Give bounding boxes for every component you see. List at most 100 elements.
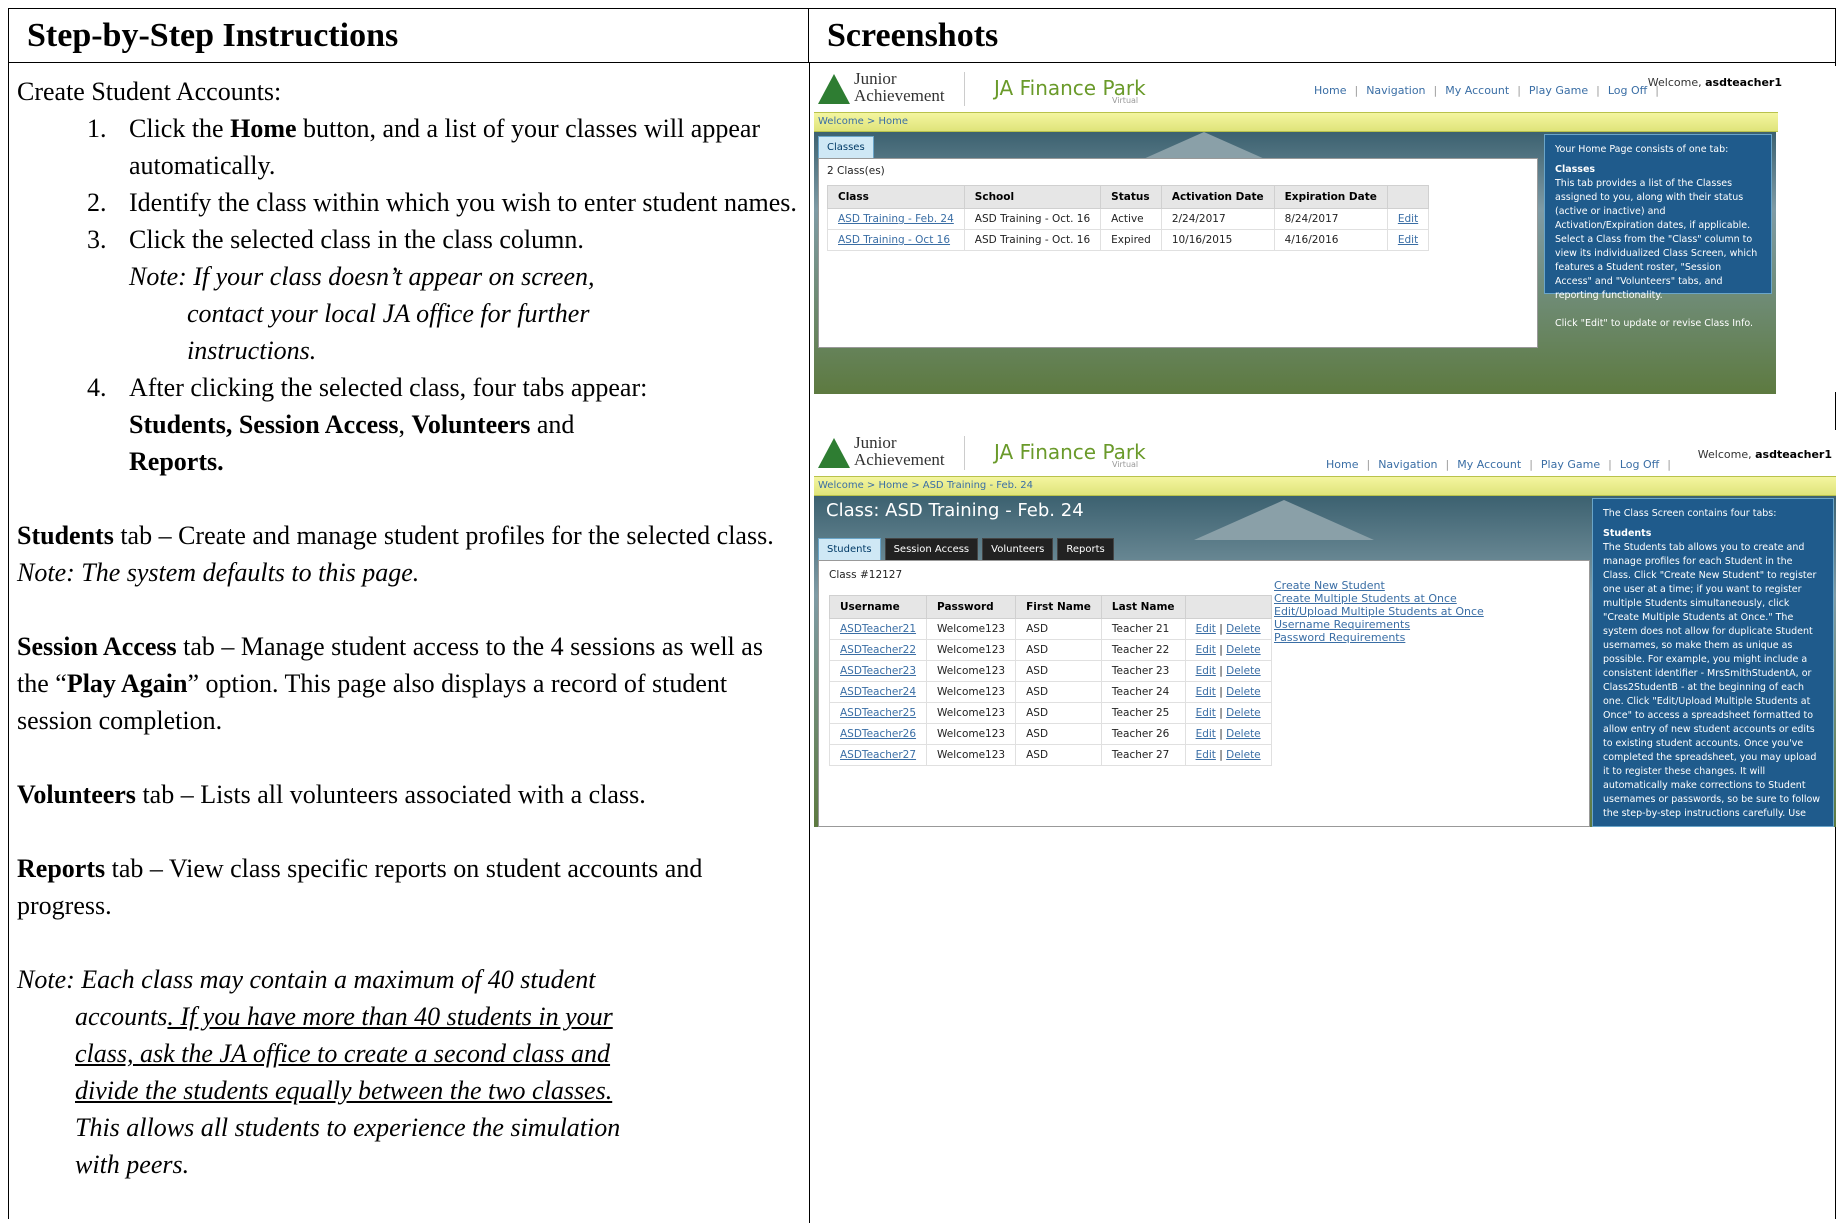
password-cell: Welcome123 [926,723,1017,745]
nav-play-game[interactable]: Play Game [1529,84,1588,97]
edit-link[interactable]: Edit [1196,644,1216,656]
last-name-cell: Teacher 25 [1100,702,1186,724]
nav-play-game[interactable]: Play Game [1541,458,1600,471]
last-name-cell: Teacher 22 [1100,639,1186,661]
first-name-cell: ASD [1015,639,1102,661]
username-link[interactable]: ASDTeacher24 [828,681,928,703]
username-link[interactable]: ASDTeacher22 [828,639,928,661]
screenshot-class: Junior Achievement JA Finance Park Virtual… [814,430,1838,827]
row-actions: Edit | Delete [1184,660,1272,682]
table-row: ASDTeacher27 Welcome123 ASD Teacher 27 Edit … [828,744,1272,766]
students-desc: Students tab – Create and manage student… [17,521,774,587]
create-multiple-students-link[interactable]: Create Multiple Students at Once [1274,592,1484,605]
app-header: Junior Achievement JA Finance Park Virtual… [814,430,1838,476]
tab-reports[interactable]: Reports [1057,538,1114,560]
edit-link[interactable]: Edit [1196,749,1216,761]
delete-link[interactable]: Delete [1226,686,1261,698]
first-name-cell: ASD [1015,702,1102,724]
edit-link[interactable]: Edit [1386,208,1430,230]
student-actions: Create New Student Create Multiple Stude… [1274,579,1484,644]
app-main: Class: ASD Training - Feb. 24 Students S… [814,496,1836,827]
username-requirements-link[interactable]: Username Requirements [1274,618,1484,631]
step-3-note: Note: If your class doesn’t appear on sc… [129,262,595,365]
first-name-cell: ASD [1015,681,1102,703]
username-link[interactable]: ASDTeacher27 [828,744,928,766]
delete-link[interactable]: Delete [1226,707,1261,719]
ja-logo-icon [818,74,850,104]
volunteers-desc: Volunteers tab – Lists all volunteers as… [17,780,646,809]
username-link[interactable]: ASDTeacher21 [828,618,928,640]
app-main: Classes 2 Class(es) Class School Status Act… [814,132,1776,394]
nav-navigation[interactable]: Navigation [1366,84,1425,97]
edit-link[interactable]: Edit [1196,707,1216,719]
edit-link[interactable]: Edit [1196,728,1216,740]
tab-students[interactable]: Students [818,538,881,560]
class-link[interactable]: ASD Training - Feb. 24 [827,208,965,230]
tab-volunteers[interactable]: Volunteers [982,538,1054,560]
row-actions: Edit | Delete [1184,744,1272,766]
ja-logo-text: Junior Achievement [854,69,945,105]
password-cell: Welcome123 [926,744,1017,766]
edit-link[interactable]: Edit [1386,229,1430,251]
intro: Create Student Accounts: [17,77,282,106]
password-cell: Welcome123 [926,681,1017,703]
edit-upload-students-link[interactable]: Edit/Upload Multiple Students at Once [1274,605,1484,618]
create-new-student-link[interactable]: Create New Student [1274,579,1484,592]
help-panel: Your Home Page consists of one tab: Clas… [1544,134,1772,329]
last-name-cell: Teacher 26 [1100,723,1186,745]
table-row: ASD Training - Oct 16 ASD Training - Oct.… [827,229,1430,251]
tab-classes[interactable]: Classes [818,136,874,158]
first-name-cell: ASD [1015,660,1102,682]
nav-home[interactable]: Home [1314,84,1346,97]
step-3: 3. Click the selected class in the class … [87,225,595,365]
delete-link[interactable]: Delete [1226,644,1261,656]
nav-my-account[interactable]: My Account [1457,458,1521,471]
class-title: Class: ASD Training - Feb. 24 [826,500,1084,521]
nav-log-off[interactable]: Log Off [1608,84,1647,97]
password-cell: Welcome123 [926,660,1017,682]
row-actions: Edit | Delete [1184,723,1272,745]
password-cell: Welcome123 [926,618,1017,640]
edit-link[interactable]: Edit [1196,665,1216,677]
nav-log-off[interactable]: Log Off [1620,458,1659,471]
delete-link[interactable]: Delete [1226,623,1261,635]
row-actions: Edit | Delete [1184,702,1272,724]
delete-link[interactable]: Delete [1226,749,1261,761]
session-desc: Session Access tab – Manage student acce… [17,632,763,735]
nav-my-account[interactable]: My Account [1445,84,1509,97]
class-link[interactable]: ASD Training - Oct 16 [827,229,965,251]
class-count: 2 Class(es) [827,165,885,177]
row-actions: Edit | Delete [1184,639,1272,661]
password-cell: Welcome123 [926,639,1017,661]
final-note: Note: Each class may contain a maximum o… [17,965,621,1179]
first-name-cell: ASD [1015,618,1102,640]
first-name-cell: ASD [1015,723,1102,745]
header-instructions: Step-by-Step Instructions [9,9,809,63]
row-actions: Edit | Delete [1184,681,1272,703]
step-list: 1. Click the Home button, and a list of y… [17,110,797,480]
last-name-cell: Teacher 23 [1100,660,1186,682]
tab-session-access[interactable]: Session Access [884,538,979,560]
last-name-cell: Teacher 21 [1100,618,1186,640]
edit-link[interactable]: Edit [1196,623,1216,635]
ja-logo-text: Junior Achievement [854,433,945,469]
last-name-cell: Teacher 24 [1100,681,1186,703]
username-link[interactable]: ASDTeacher25 [828,702,928,724]
delete-link[interactable]: Delete [1226,665,1261,677]
edit-link[interactable]: Edit [1196,686,1216,698]
step-2: 2. Identify the class within which you wi… [87,188,797,217]
username-link[interactable]: ASDTeacher23 [828,660,928,682]
table-row: ASDTeacher22 Welcome123 ASD Teacher 22 Edit … [828,639,1272,661]
nav-home[interactable]: Home [1326,458,1358,471]
last-name-cell: Teacher 27 [1100,744,1186,766]
delete-link[interactable]: Delete [1226,728,1261,740]
classes-panel: 2 Class(es) Class School Status Activation … [818,158,1538,348]
welcome-user: Welcome, asdteacher1 [1697,448,1832,461]
password-requirements-link[interactable]: Password Requirements [1274,631,1484,644]
step-4: 4. After clicking the selected class, fou… [87,373,648,476]
table-row: ASDTeacher21 Welcome123 ASD Teacher 21 Edit … [828,618,1272,640]
nav-navigation[interactable]: Navigation [1378,458,1437,471]
username-link[interactable]: ASDTeacher26 [828,723,928,745]
ja-logo-icon [818,438,850,468]
header-screenshots: Screenshots [809,9,1835,63]
